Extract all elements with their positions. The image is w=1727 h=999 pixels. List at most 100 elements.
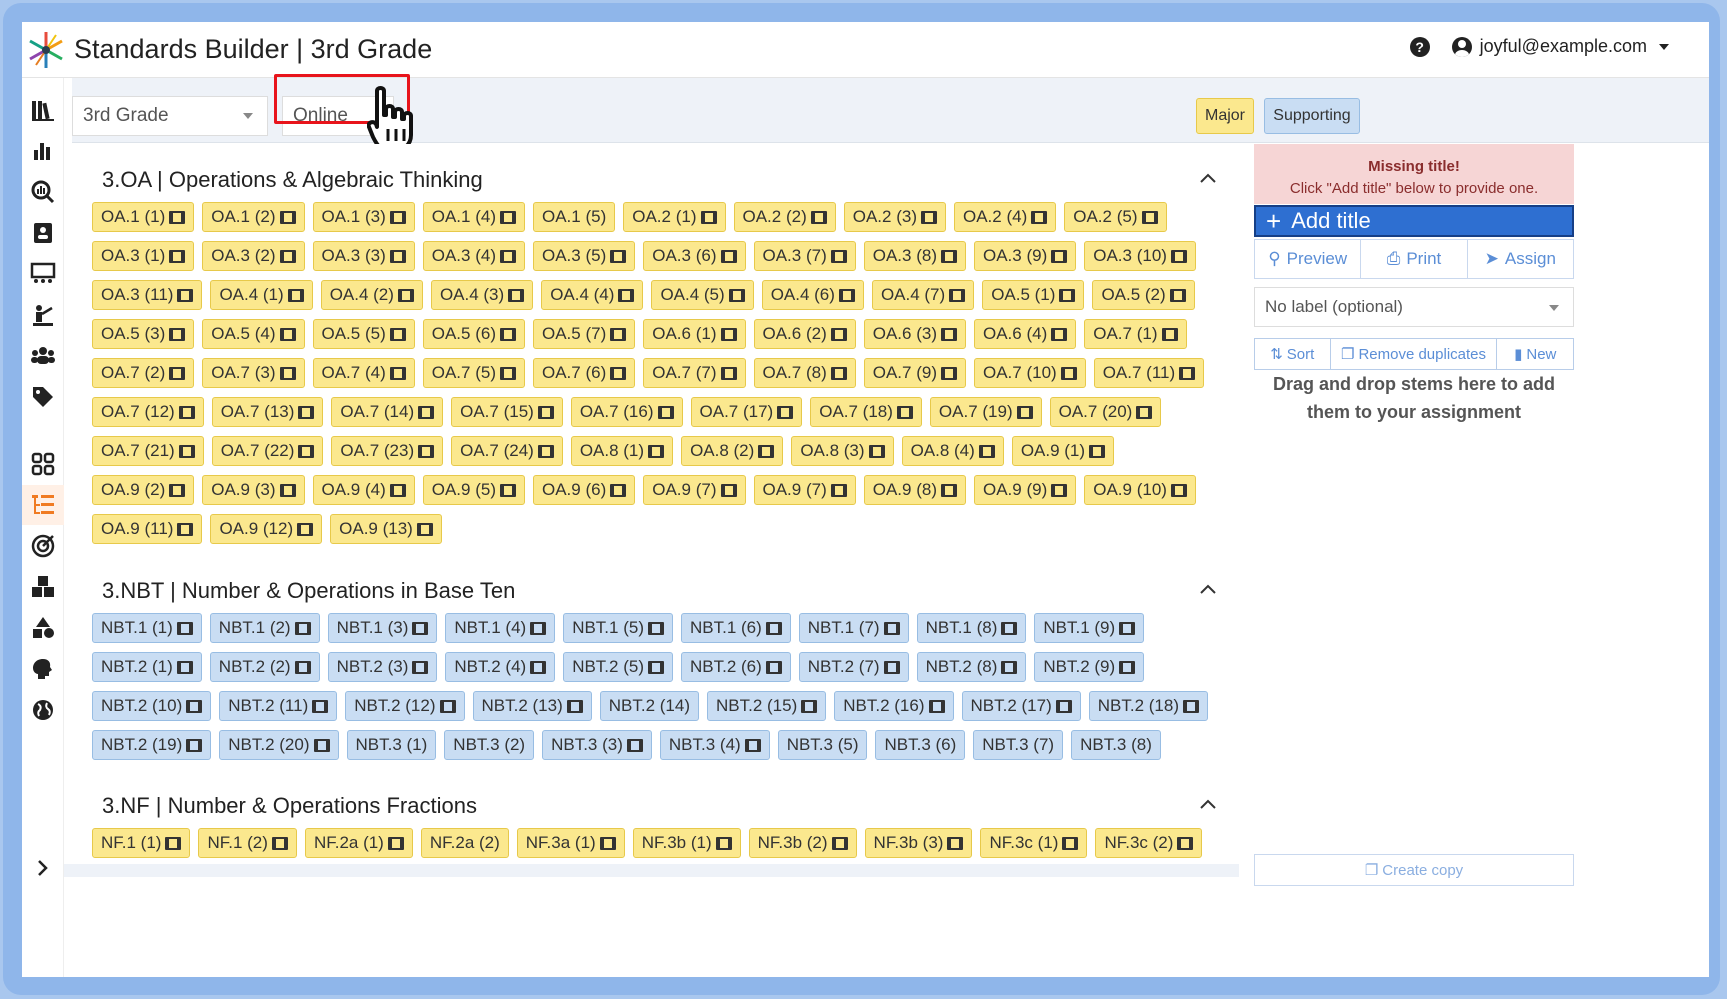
standard-chip[interactable]: OA.3 (11) [92, 280, 203, 310]
standard-chip[interactable]: OA.2 (3) [843, 202, 946, 232]
standard-chip[interactable]: NBT.3 (5) [777, 730, 868, 760]
standard-chip[interactable]: NBT.1 (6) [680, 613, 791, 643]
assign-button[interactable]: ➤ Assign [1468, 240, 1573, 278]
standard-chip[interactable]: NBT.2 (5) [563, 652, 673, 682]
standard-chip[interactable]: OA.7 (5) [422, 358, 525, 388]
standard-chip[interactable]: NBT.1 (7) [798, 613, 909, 643]
standard-chip[interactable]: OA.1 (5) [533, 202, 616, 232]
library-icon[interactable] [22, 90, 64, 130]
standard-chip[interactable]: OA.9 (10) [1084, 475, 1196, 505]
standard-chip[interactable]: OA.6 (1) [643, 319, 746, 349]
standard-chip[interactable]: OA.7 (4) [312, 358, 415, 388]
standard-chip[interactable]: OA.7 (20) [1049, 397, 1162, 427]
standard-chip[interactable]: NBT.1 (5) [563, 613, 673, 643]
standard-chip[interactable]: NF.3b (2) [748, 828, 857, 858]
standard-chip[interactable]: OA.9 (5) [422, 475, 525, 505]
standard-chip[interactable]: NBT.3 (7) [973, 730, 1064, 760]
standard-chip[interactable]: NBT.2 (9) [1034, 652, 1145, 682]
standard-chip[interactable]: OA.3 (6) [643, 241, 746, 271]
standard-chip[interactable]: OA.2 (1) [623, 202, 726, 232]
grid-icon[interactable] [22, 444, 64, 484]
standard-chip[interactable]: OA.7 (15) [451, 397, 563, 427]
standard-chip[interactable]: NBT.1 (1) [92, 613, 202, 643]
standard-chip[interactable]: NBT.2 (17) [961, 691, 1081, 721]
standard-chip[interactable]: OA.7 (6) [533, 358, 636, 388]
chevron-up-icon[interactable] [1199, 170, 1217, 188]
standard-chip[interactable]: OA.7 (17) [690, 397, 803, 427]
standard-chip[interactable]: OA.3 (3) [312, 241, 415, 271]
standard-chip[interactable]: NBT.2 (18) [1088, 691, 1208, 721]
standard-chip[interactable]: NBT.2 (15) [707, 691, 827, 721]
standard-chip[interactable]: NBT.2 (1) [92, 652, 202, 682]
standard-chip[interactable]: OA.7 (1) [1084, 319, 1187, 349]
standard-chip[interactable]: OA.9 (2) [92, 475, 195, 505]
target-icon[interactable] [22, 526, 64, 566]
cubes-icon[interactable] [22, 567, 64, 607]
standard-chip[interactable]: OA.5 (6) [422, 319, 525, 349]
standard-chip[interactable]: OA.9 (7) [753, 475, 856, 505]
standard-chip[interactable]: NBT.2 (2) [209, 652, 320, 682]
standard-chip[interactable]: OA.5 (4) [202, 319, 305, 349]
standard-chip[interactable]: NBT.1 (9) [1034, 613, 1145, 643]
chevron-right-icon[interactable] [22, 848, 64, 888]
new-button[interactable]: ▮ New [1497, 339, 1573, 369]
standard-chip[interactable]: NBT.2 (4) [445, 652, 556, 682]
shapes-icon[interactable] [22, 608, 64, 648]
mode-select[interactable]: Online [282, 96, 394, 136]
standard-chip[interactable]: OA.2 (2) [733, 202, 836, 232]
grade-select[interactable]: 3rd Grade [72, 96, 268, 136]
standard-chip[interactable]: NBT.2 (14) [599, 691, 699, 721]
standard-chip[interactable]: OA.4 (4) [541, 280, 644, 310]
standard-chip[interactable]: NBT.2 (20) [219, 730, 339, 760]
standard-chip[interactable]: OA.9 (13) [330, 514, 442, 544]
globe-icon[interactable] [22, 690, 64, 730]
standard-chip[interactable]: NF.3c (2) [1095, 828, 1203, 858]
standard-chip[interactable]: OA.5 (2) [1092, 280, 1195, 310]
standard-chip[interactable]: NF.3b (1) [632, 828, 741, 858]
standard-chip[interactable]: NBT.1 (2) [209, 613, 320, 643]
label-select[interactable]: No label (optional) [1254, 287, 1574, 327]
help-icon[interactable]: ? [1409, 36, 1430, 57]
standard-chip[interactable]: NBT.3 (4) [659, 730, 770, 760]
tag-icon[interactable] [22, 377, 64, 417]
standard-chip[interactable]: NBT.3 (3) [542, 730, 652, 760]
standard-chip[interactable]: OA.7 (3) [202, 358, 305, 388]
standard-chip[interactable]: OA.9 (3) [202, 475, 305, 505]
standard-chip[interactable]: OA.7 (9) [863, 358, 966, 388]
standard-chip[interactable]: NBT.2 (10) [92, 691, 212, 721]
standard-chip[interactable]: OA.9 (4) [312, 475, 415, 505]
standard-chip[interactable]: OA.1 (3) [312, 202, 415, 232]
standard-chip[interactable]: OA.7 (21) [92, 436, 204, 466]
search-chart-icon[interactable] [22, 172, 64, 212]
standard-chip[interactable]: OA.1 (2) [202, 202, 305, 232]
standard-chip[interactable]: OA.7 (11) [1093, 358, 1205, 388]
standard-chip[interactable]: OA.9 (9) [974, 475, 1077, 505]
users-icon[interactable] [22, 336, 64, 376]
standard-chip[interactable]: NF.1 (2) [198, 828, 297, 858]
standard-chip[interactable]: NBT.2 (7) [798, 652, 909, 682]
standard-chip[interactable]: OA.8 (1) [570, 436, 674, 466]
standard-chip[interactable]: OA.4 (6) [761, 280, 864, 310]
chevron-up-icon[interactable] [1199, 581, 1217, 599]
standard-chip[interactable]: NBT.1 (3) [327, 613, 438, 643]
classroom-icon[interactable] [22, 254, 64, 294]
standard-chip[interactable]: NF.1 (1) [92, 828, 191, 858]
standard-chip[interactable]: NBT.1 (4) [445, 613, 556, 643]
standard-chip[interactable]: OA.3 (2) [202, 241, 305, 271]
standard-chip[interactable]: OA.3 (8) [863, 241, 966, 271]
standard-chip[interactable]: OA.8 (2) [681, 436, 784, 466]
standard-chip[interactable]: OA.9 (1) [1011, 436, 1115, 466]
standard-chip[interactable]: OA.3 (7) [753, 241, 856, 271]
standard-chip[interactable]: OA.7 (2) [92, 358, 195, 388]
standard-chip[interactable]: OA.7 (12) [92, 397, 204, 427]
standard-chip[interactable]: OA.3 (10) [1084, 241, 1196, 271]
standard-chip[interactable]: NBT.2 (11) [219, 691, 338, 721]
standard-chip[interactable]: OA.1 (1) [92, 202, 195, 232]
standard-chip[interactable]: OA.3 (5) [533, 241, 636, 271]
standard-chip[interactable]: NBT.2 (12) [345, 691, 465, 721]
tree-list-icon[interactable] [22, 485, 64, 525]
standard-chip[interactable]: OA.7 (19) [929, 397, 1042, 427]
standard-chip[interactable]: OA.4 (2) [320, 280, 423, 310]
standard-chip[interactable]: OA.7 (18) [810, 397, 922, 427]
create-copy-button[interactable]: ❐ Create copy [1254, 854, 1574, 886]
